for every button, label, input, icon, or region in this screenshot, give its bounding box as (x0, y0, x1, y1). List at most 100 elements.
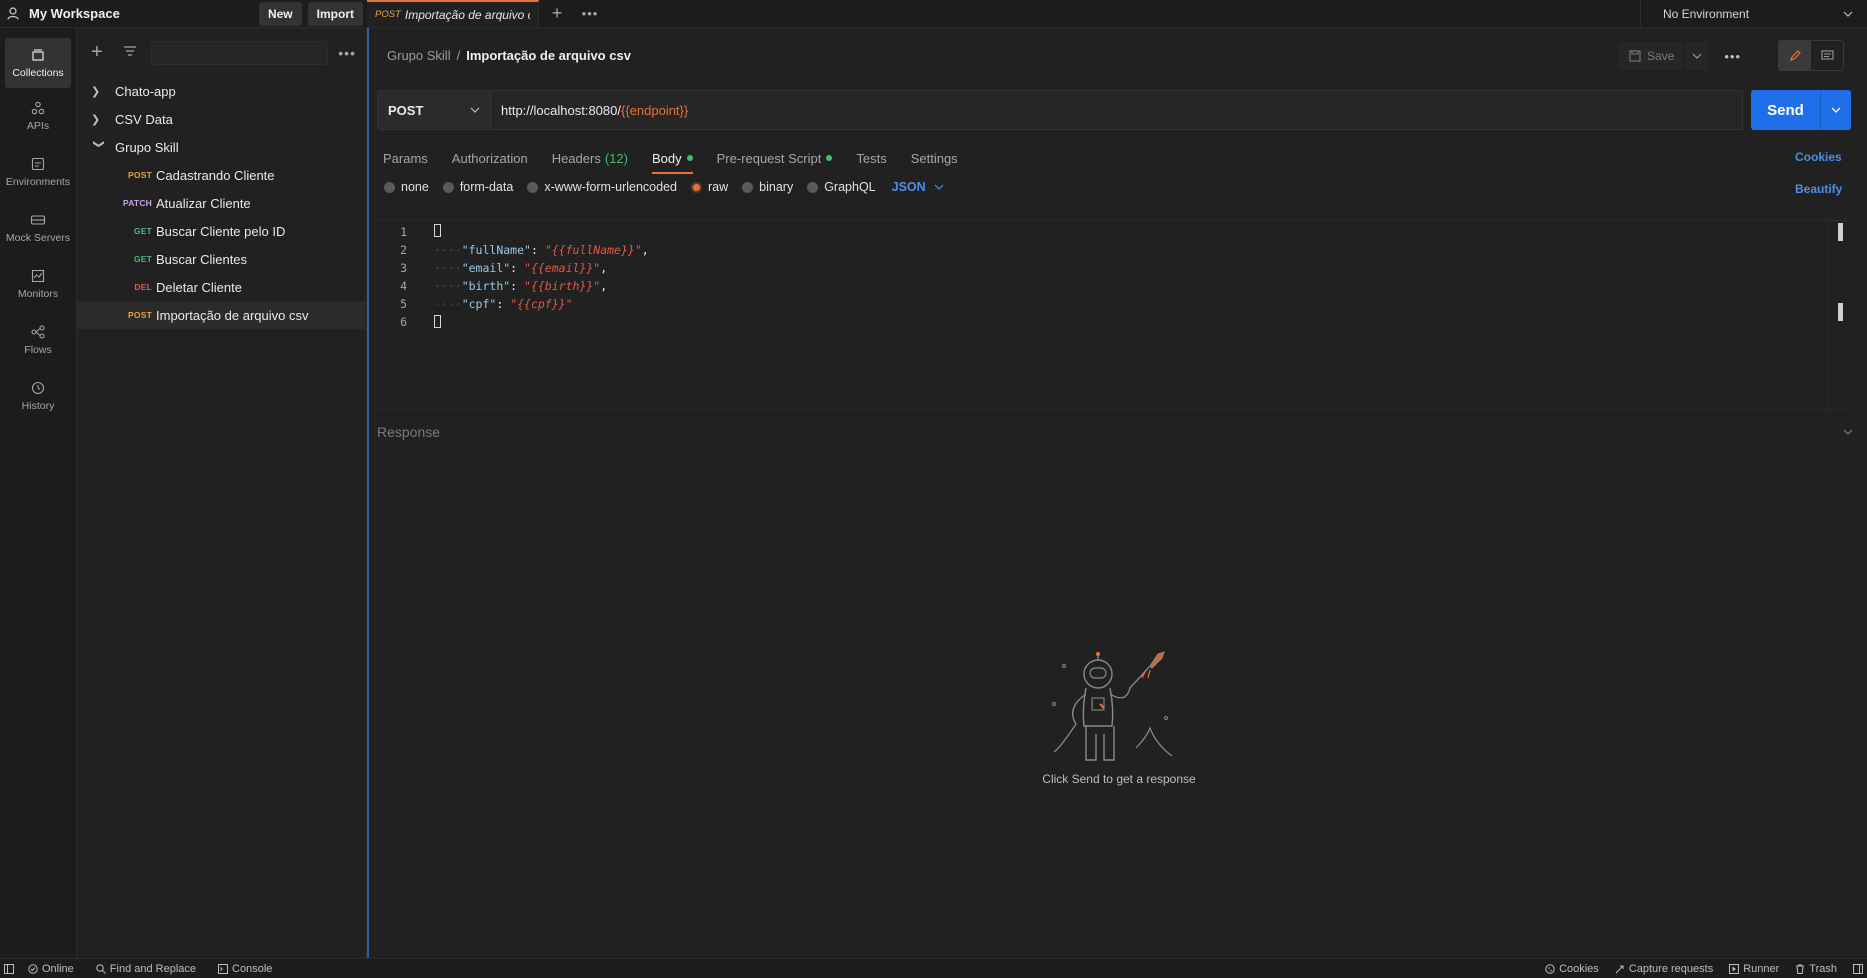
toggle-sidebar-icon[interactable] (4, 963, 14, 974)
collections-icon (32, 48, 44, 61)
cookies-label: Cookies (1559, 962, 1599, 975)
save-options-button[interactable] (1684, 42, 1709, 70)
cookies-link[interactable]: Cookies (1795, 150, 1842, 164)
rail-item-collections[interactable]: Collections (5, 38, 71, 88)
json-value: "{{cpf}}" (510, 297, 573, 311)
radio-circle (442, 181, 454, 193)
breadcrumb-parent[interactable]: Grupo Skill (387, 48, 451, 63)
headers-count: (12) (604, 150, 628, 166)
radio-raw[interactable]: raw (691, 180, 728, 194)
layout-toggle-icon[interactable] (1853, 963, 1863, 974)
more-options-icon[interactable]: ••• (338, 45, 356, 61)
icon-rail: Collections APIs Environments Mock Serve… (0, 28, 77, 958)
url-input[interactable]: http://localhost:8080/{{endpoint}} (491, 90, 1743, 130)
save-button[interactable]: Save (1619, 42, 1685, 70)
radio-binary[interactable]: binary (742, 180, 793, 194)
cookies-button[interactable]: Cookies (1545, 963, 1599, 975)
scrollbar-thumb[interactable] (1838, 223, 1843, 241)
breadcrumb-current[interactable]: Importação de arquivo csv (466, 48, 631, 63)
json-key: "birth" (461, 279, 511, 293)
request-name: Buscar Clientes (156, 251, 248, 267)
tab-authorization[interactable]: Authorization (452, 144, 528, 172)
collection-chato-app[interactable]: ❯ Chato-app (77, 77, 366, 105)
method-badge: GET (133, 226, 152, 236)
new-button[interactable]: New (258, 1, 302, 26)
request-item-selected[interactable]: POST Importação de arquivo csv (77, 301, 366, 329)
collection-search-input[interactable] (151, 40, 329, 65)
tab-tests[interactable]: Tests (856, 144, 886, 172)
format-select[interactable]: JSON (892, 180, 926, 194)
request-name: Cadastrando Cliente (156, 167, 275, 183)
trash-button[interactable]: Trash (1795, 963, 1837, 975)
radio-graphql[interactable]: GraphQL (807, 180, 876, 194)
add-collection-icon[interactable]: + (91, 41, 111, 64)
edit-mode-button[interactable] (1779, 41, 1811, 70)
radio-label: GraphQL (824, 180, 876, 194)
comment-icon (1820, 49, 1834, 60)
send-options-button[interactable] (1821, 90, 1851, 130)
response-header[interactable]: Response (377, 412, 1853, 452)
tab-body[interactable]: Body (651, 144, 693, 174)
request-item[interactable]: GET Buscar Cliente pelo ID (77, 217, 366, 245)
rail-item-history[interactable]: History (0, 368, 76, 424)
line-number: 4 (400, 279, 407, 293)
radio-label: raw (708, 180, 729, 194)
chevron-down-icon (1692, 53, 1702, 59)
online-status[interactable]: Online (28, 963, 74, 975)
radio-circle-selected (691, 181, 702, 193)
chevron-down-icon[interactable] (934, 184, 944, 190)
collection-grupo-skill[interactable]: ❯ Grupo Skill (77, 133, 366, 161)
console-button[interactable]: Console (218, 963, 272, 975)
rail-label: Collections (12, 66, 64, 79)
more-options-icon[interactable]: ••• (1724, 49, 1741, 64)
workspace-title[interactable]: My Workspace (29, 6, 253, 21)
rail-item-apis[interactable]: APIs (0, 88, 76, 144)
rail-item-monitors[interactable]: Monitors (0, 256, 76, 312)
postman-app: My Workspace New Import Collections APIs… (0, 0, 1867, 978)
request-item[interactable]: GET Buscar Clientes (77, 245, 366, 273)
import-button[interactable]: Import (307, 1, 363, 26)
tab-headers[interactable]: Headers (12) (552, 144, 628, 172)
workspace-header: My Workspace New Import (0, 0, 367, 28)
environment-select[interactable]: No Environment (1640, 0, 1867, 27)
close-brace (434, 315, 441, 328)
collection-csv-data[interactable]: ❯ CSV Data (77, 105, 366, 133)
tab-prerequest-label: Pre-request Script (716, 150, 822, 166)
request-item[interactable]: DEL Deletar Cliente (77, 273, 366, 301)
scrollbar-thumb[interactable] (1838, 303, 1843, 321)
comments-button[interactable] (1811, 41, 1843, 70)
rail-item-mock-servers[interactable]: Mock Servers (0, 200, 76, 256)
environment-label: No Environment (1663, 6, 1750, 21)
request-name: Buscar Cliente pelo ID (156, 223, 286, 239)
tab-settings[interactable]: Settings (911, 144, 958, 172)
tab-prerequest[interactable]: Pre-request Script (717, 144, 833, 172)
tab-options-icon[interactable]: ••• (575, 0, 605, 27)
send-button[interactable]: Send (1751, 90, 1851, 130)
rail-item-environments[interactable]: Environments (0, 144, 76, 200)
collections-sidebar: + ••• ❯ Chato-app ❯ CSV Data ❯ Grupo Ski… (77, 28, 367, 958)
radio-form-data[interactable]: form-data (442, 180, 513, 194)
collection-name: CSV Data (115, 111, 173, 127)
method-select[interactable]: POST (377, 90, 491, 130)
chevron-down-icon (470, 107, 480, 113)
code-line: ····"fullName": "{{fullName}}", (434, 243, 649, 257)
runner-button[interactable]: Runner (1729, 963, 1779, 975)
request-item[interactable]: POST Cadastrando Cliente (77, 161, 366, 189)
code-editor[interactable]: 1 2 3 4 5 6 ····"fullName": "{{fullName}… (377, 220, 1847, 411)
beautify-link[interactable]: Beautify (1795, 182, 1842, 196)
tab-params[interactable]: Params (383, 144, 428, 172)
json-value: "{{fullName}}" (544, 243, 642, 257)
radio-urlencoded[interactable]: x-www-form-urlencoded (527, 180, 677, 194)
request-item[interactable]: PATCH Atualizar Cliente (77, 189, 366, 217)
body-type-options: none form-data x-www-form-urlencoded raw… (384, 180, 944, 194)
capture-requests-button[interactable]: Capture requests (1615, 963, 1713, 975)
find-replace-button[interactable]: Find and Replace (96, 963, 196, 975)
new-tab-icon[interactable]: + (539, 0, 575, 27)
method-badge: PATCH (122, 198, 152, 208)
radio-circle (384, 181, 395, 193)
rail-item-flows[interactable]: Flows (0, 312, 76, 368)
request-tab[interactable]: POST Importação de arquivo c (367, 0, 539, 27)
filter-icon[interactable] (123, 45, 141, 60)
empty-response-text: Click Send to get a response (1042, 772, 1196, 786)
radio-none[interactable]: none (384, 180, 429, 194)
